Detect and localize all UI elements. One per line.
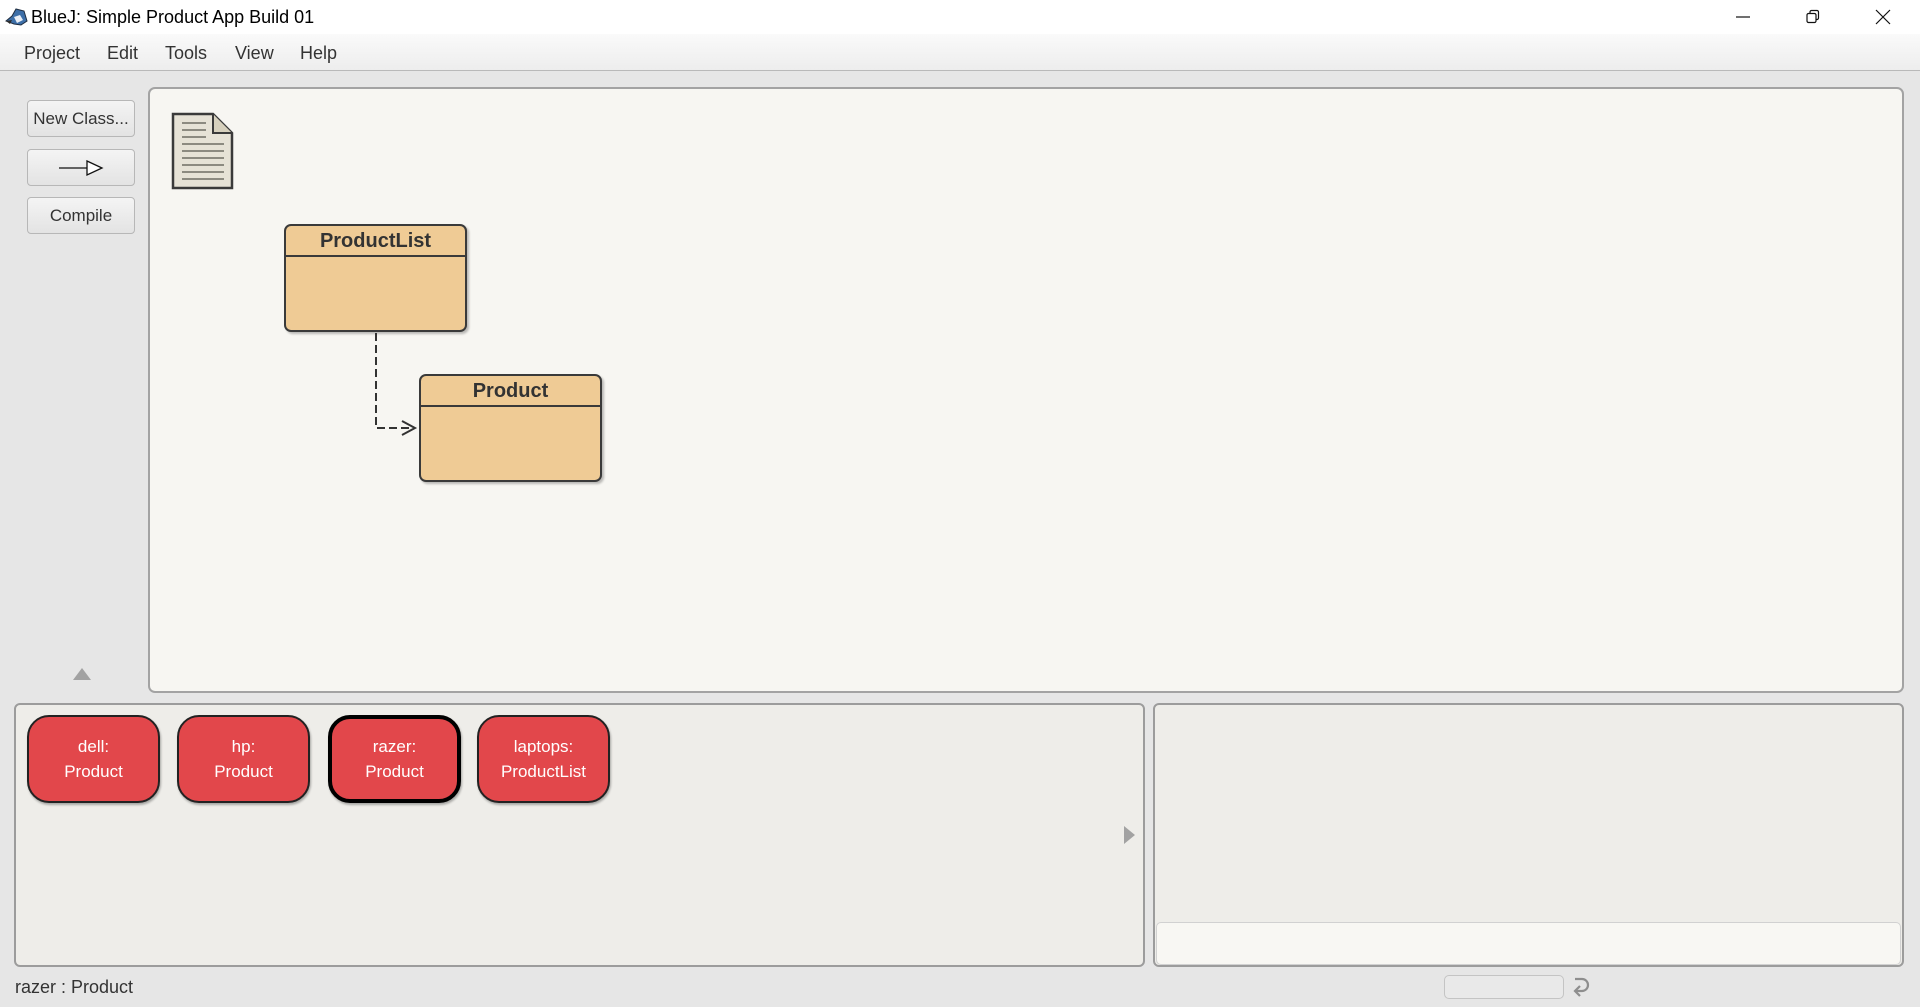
codepad-input[interactable] [1156,922,1901,965]
restore-button[interactable] [1778,0,1848,34]
restore-icon [1806,9,1820,24]
close-icon [1875,9,1891,25]
toggle-codepad-right-icon[interactable] [1124,826,1135,844]
object-type: Product [64,762,123,781]
object-name: laptops: [513,737,574,756]
object-type: Product [214,762,273,781]
menu-tools[interactable]: Tools [165,43,207,64]
object-name: hp: [231,737,256,756]
menu-bar: Project Edit Tools View Help [0,34,1920,71]
menu-project[interactable]: Project [24,43,80,64]
minimize-icon [1736,16,1750,18]
compile-button[interactable]: Compile [27,197,135,234]
close-button[interactable] [1848,0,1918,34]
title-bar: BlueJ: Simple Product App Build 01 [0,0,1920,34]
object-dell[interactable]: dell: Product [27,715,160,803]
object-laptops[interactable]: laptops: ProductList [477,715,610,803]
bluej-bird-icon [5,8,28,26]
class-name: ProductList [286,226,465,257]
class-productlist[interactable]: ProductList [284,224,467,332]
object-name: dell: [77,737,110,756]
menu-help[interactable]: Help [300,43,337,64]
inheritance-arrow-icon [59,159,104,176]
minimize-button[interactable] [1708,0,1778,34]
return-arrow-icon[interactable] [1571,975,1591,1001]
status-text: razer : Product [15,977,134,997]
menu-edit[interactable]: Edit [107,43,138,64]
toggle-toolbar-up-icon[interactable] [73,668,91,680]
menu-view[interactable]: View [235,43,274,64]
class-product[interactable]: Product [419,374,602,482]
object-hp[interactable]: hp: Product [177,715,310,803]
new-inheritance-arrow-button[interactable] [27,149,135,186]
object-type: Product [365,762,424,781]
object-name: razer: [372,737,417,756]
window-title: BlueJ: Simple Product App Build 01 [31,7,315,27]
class-diagram-canvas[interactable] [148,87,1904,693]
class-name: Product [421,376,600,407]
readme-document-icon[interactable] [170,111,234,191]
new-class-button[interactable]: New Class... [27,100,135,137]
object-type: ProductList [500,762,587,781]
progress-bar [1444,975,1564,999]
object-razer[interactable]: razer: Product [328,715,461,803]
